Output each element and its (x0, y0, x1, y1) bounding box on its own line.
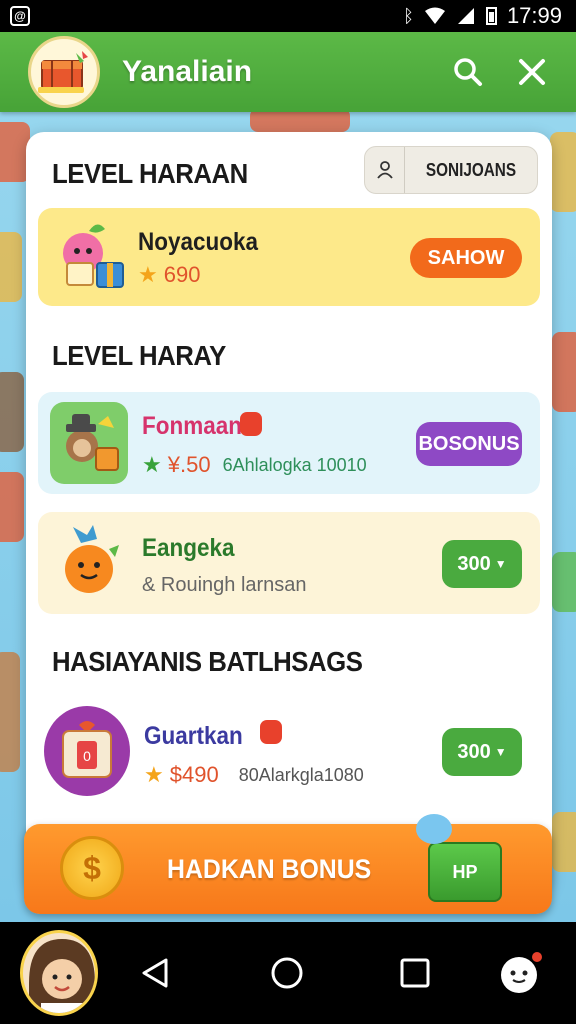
bluetooth-icon: ᛒ (403, 5, 414, 26)
bonus-filter-label: SONIJOANS (425, 159, 517, 180)
notification-icon: @ (10, 6, 30, 26)
offer-card[interactable]: Eangeka & Rouingh larnsan 300 ▼ (38, 512, 540, 614)
orange-fruit-icon (52, 520, 130, 606)
flower-icon (416, 814, 452, 844)
offer-price: ★ 690 (138, 262, 200, 288)
offer-price: ★ ¥.50 6Ahlalogka 10010 (142, 452, 367, 478)
app-bar: Yanaliain (0, 32, 576, 112)
assistant-icon (501, 952, 542, 993)
reward-300-button[interactable]: 300 ▼ (442, 728, 522, 776)
fruit-gift-icon (52, 218, 134, 296)
offer-name: Guartkan (144, 722, 243, 750)
wifi-icon (424, 7, 445, 24)
home-icon (271, 957, 303, 989)
app-title: Yanaliain (122, 55, 253, 88)
bonus-button[interactable]: BOSONUS (416, 422, 522, 466)
offer-name: Fonmaan (142, 412, 243, 440)
show-button-label: SAHOW (427, 246, 505, 269)
back-icon (142, 958, 168, 988)
offer-card[interactable]: 0 Guartkan ★ $490 80Alarkgla1080 300 ▼ (38, 698, 540, 808)
price-value: ¥.50 (167, 452, 211, 477)
coin-icon: $ (60, 836, 124, 900)
price-value: $490 (169, 762, 219, 787)
section-title-level-haray: LEVEL HARAY (52, 340, 226, 371)
badge-icon (240, 412, 262, 436)
signal-icon (457, 8, 474, 24)
offer-name: Noyacuoka (138, 228, 259, 256)
status-bar: @ ᛒ 17:99 (0, 0, 576, 32)
star-icon: ★ (138, 262, 158, 287)
offer-card[interactable]: Noyacuoka ★ 690 SAHOW (38, 208, 540, 306)
bonus-button-label: BOSONUS (418, 432, 520, 455)
reward-300-label: 300 (457, 552, 491, 575)
badge-icon (260, 720, 282, 744)
svg-text:0: 0 (83, 748, 91, 764)
monkey-gift-icon (50, 402, 128, 484)
offer-price: ★ $490 80Alarkgla1080 (144, 762, 364, 788)
offer-extra: 80Alarkgla1080 (238, 764, 364, 785)
bonus-filter-button[interactable]: SONIJOANS (364, 146, 538, 194)
offer-card[interactable]: Fonmaan ★ ¥.50 6Ahlalogka 10010 BOSONUS (38, 392, 540, 494)
chevron-down-icon: ▼ (494, 557, 507, 571)
clock: 17:99 (506, 3, 562, 28)
offer-subtitle: & Rouingh larnsan (142, 574, 307, 596)
section-title-level-haraan: LEVEL HARAAN (52, 158, 248, 189)
close-button[interactable] (508, 48, 556, 96)
gift-box-icon: 0 (44, 706, 130, 796)
chevron-down-icon: ▼ (494, 745, 507, 759)
profile-avatar[interactable] (20, 930, 98, 1016)
recents-button[interactable] (380, 938, 450, 1008)
assistant-button[interactable] (486, 938, 556, 1008)
bonus-label: HADKAN BONUS (167, 854, 372, 884)
show-button[interactable]: SAHOW (410, 238, 522, 278)
search-icon (454, 58, 482, 86)
user-icon (365, 147, 405, 193)
crate-logo-icon[interactable] (28, 36, 100, 108)
offers-panel: LEVEL HARAAN SONIJOANS Noyacuoka ★ 690 S… (26, 132, 552, 892)
gift-basket-icon: HP (428, 842, 502, 902)
star-icon: ★ (142, 452, 162, 477)
search-button[interactable] (444, 48, 492, 96)
battery-icon (485, 7, 497, 25)
close-icon (519, 59, 545, 85)
back-button[interactable] (120, 938, 190, 1008)
gift-basket-label: HP (452, 861, 478, 882)
section-title-hasiayanis: HASIAYANIS BATLHSAGS (52, 646, 363, 677)
coin-symbol: $ (83, 849, 101, 886)
offer-extra: 6Ahlalogka 10010 (222, 454, 367, 475)
price-value: 690 (163, 262, 201, 287)
reward-300-button[interactable]: 300 ▼ (442, 540, 522, 588)
reward-300-label: 300 (457, 740, 491, 763)
home-button[interactable] (252, 938, 322, 1008)
navigation-bar (0, 922, 576, 1024)
recents-icon (400, 958, 430, 988)
offer-name: Eangeka (142, 534, 235, 562)
star-icon: ★ (144, 762, 164, 787)
bonus-banner-button[interactable]: $ HADKAN BONUS HP (24, 814, 552, 914)
